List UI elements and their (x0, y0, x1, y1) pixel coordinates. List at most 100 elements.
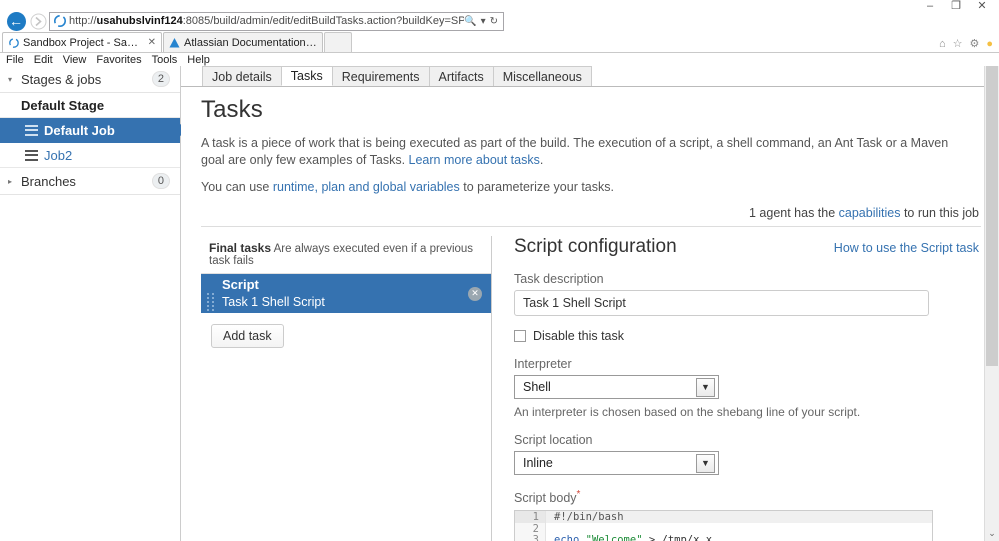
line-number: 2 (515, 523, 546, 535)
home-icon[interactable]: ⌂ (939, 38, 946, 50)
code-string: "Welcome" (585, 534, 643, 541)
favorites-star-icon[interactable]: ☆ (953, 37, 963, 50)
sidebar-item-job2[interactable]: Job2 (0, 143, 180, 168)
tab-miscellaneous-label: Miscellaneous (502, 69, 582, 84)
refresh-icon[interactable]: ↻ (490, 16, 498, 27)
menu-help[interactable]: Help (187, 54, 210, 66)
browser-navigation-bar: ← http://usahubslvinf124:8085/build/admi… (0, 10, 999, 32)
variables-text-suffix: to parameterize your tasks. (459, 180, 614, 194)
capabilities-link[interactable]: capabilities (839, 206, 901, 220)
sidebar-stage-default-stage[interactable]: Default Stage (0, 93, 180, 118)
tab-requirements[interactable]: Requirements (331, 66, 430, 86)
code-line-1: 1 #!/bin/bash (515, 511, 932, 523)
script-body-editor[interactable]: 1 #!/bin/bash 2 3 echo "Welcome" > /tmp/… (514, 510, 933, 541)
variables-text-prefix: You can use (201, 180, 273, 194)
learn-more-about-tasks-link[interactable]: Learn more about tasks (409, 153, 540, 167)
interpreter-label: Interpreter (514, 357, 572, 371)
line-number: 1 (515, 511, 546, 523)
browser-tab-0[interactable]: Sandbox Project - Sandbox ... ✕ (2, 32, 162, 52)
tasks-page-content: Tasks A task is a piece of work that is … (181, 87, 999, 541)
menu-view[interactable]: View (63, 54, 87, 66)
script-location-select[interactable]: Inline ▼ (514, 451, 719, 475)
agent-capabilities-line: 1 agent has the capabilities to run this… (201, 206, 981, 220)
browser-tab-1-label: Atlassian Documentation Sear... (184, 36, 317, 49)
disable-task-label: Disable this task (533, 329, 625, 343)
task-description-input[interactable]: Task 1 Shell Script (514, 290, 929, 316)
forward-arrow-icon (30, 13, 46, 29)
search-icon[interactable]: 🔍 (464, 16, 476, 27)
tasks-intro-paragraph: A task is a piece of work that is being … (201, 135, 973, 169)
task-description-label: Task description (514, 272, 604, 286)
interpreter-value: Shell (523, 380, 551, 394)
tab-requirements-label: Requirements (341, 69, 420, 84)
bamboo-icon (8, 37, 19, 48)
menu-file[interactable]: File (6, 54, 24, 66)
page-tab-bar: Job details Tasks Requirements Artifacts… (181, 66, 999, 87)
menu-tools[interactable]: Tools (152, 54, 178, 66)
tools-gear-icon[interactable]: ⚙ (969, 37, 979, 50)
chevron-down-icon[interactable]: ▼ (696, 453, 715, 473)
browser-tab-1[interactable]: Atlassian Documentation Sear... (163, 32, 323, 52)
tab-miscellaneous[interactable]: Miscellaneous (492, 66, 592, 86)
branches-count-badge: 0 (151, 173, 170, 189)
menu-edit[interactable]: Edit (34, 54, 53, 66)
task-subtitle: Task 1 Shell Script (222, 294, 325, 309)
scroll-down-arrow-icon[interactable]: ⌄ (985, 528, 999, 539)
drag-handle-icon[interactable] (207, 281, 215, 307)
agent-text-prefix: 1 agent has the (748, 206, 839, 220)
page-scrollbar[interactable]: ⌄ (984, 66, 999, 541)
close-tab-icon[interactable]: ✕ (148, 37, 156, 48)
smiley-icon[interactable]: ● (986, 38, 993, 50)
task-description-value: Task 1 Shell Script (523, 296, 626, 310)
config-header: Script configuration How to use the Scri… (514, 236, 979, 258)
window-titlebar: – ❐ ✕ (0, 0, 999, 11)
forward-button[interactable] (28, 11, 48, 31)
interpreter-select[interactable]: Shell ▼ (514, 375, 719, 399)
sidebar-item-job2-label: Job2 (44, 147, 73, 163)
tab-tasks-label: Tasks (290, 69, 323, 83)
tab-artifacts[interactable]: Artifacts (428, 66, 494, 86)
task-labels: Script Task 1 Shell Script (222, 276, 325, 310)
tab-job-details[interactable]: Job details (202, 66, 282, 86)
atlassian-icon (169, 37, 180, 48)
new-tab-button[interactable] (324, 32, 352, 52)
disable-task-row[interactable]: Disable this task (514, 329, 979, 343)
tasks-intro-period: . (539, 153, 544, 167)
scrollbar-thumb[interactable] (986, 66, 998, 366)
variables-paragraph: You can use runtime, plan and global var… (201, 179, 973, 196)
stages-jobs-count-badge: 2 (151, 71, 170, 87)
tab-tasks[interactable]: Tasks (280, 66, 333, 86)
final-tasks-header: Final tasks Are always executed even if … (201, 236, 491, 274)
task-row[interactable]: Script Task 1 Shell Script ✕ (201, 274, 491, 313)
delete-task-icon[interactable]: ✕ (468, 286, 482, 301)
sidebar-section-branches[interactable]: ▸ Branches 0 (0, 168, 180, 195)
task-title: Script (222, 277, 259, 293)
chevron-down-icon[interactable]: ▾ (8, 75, 21, 84)
agent-text-suffix: to run this job (900, 206, 979, 220)
script-task-help-link[interactable]: How to use the Script task (834, 241, 979, 255)
add-task-button[interactable]: Add task (211, 324, 284, 348)
chevron-down-icon[interactable]: ▼ (696, 377, 715, 397)
script-body-label: Script body* (514, 489, 979, 505)
chevron-right-icon[interactable]: ▸ (8, 177, 21, 186)
dropdown-caret-icon[interactable]: ▾ (481, 16, 486, 27)
back-button[interactable]: ← (4, 10, 28, 32)
address-bar-url: http://usahubslvinf124:8085/build/admin/… (69, 15, 465, 27)
address-bar[interactable]: http://usahubslvinf124:8085/build/admin/… (49, 11, 504, 31)
sidebar-item-default-job[interactable]: Default Job (0, 118, 187, 143)
sidebar-stages-jobs-label: Stages & jobs (21, 71, 102, 87)
task-list-panel: Final tasks Are always executed even if … (201, 236, 492, 541)
browser-toolbar-icons: ⌂ ☆ ⚙ ● (939, 37, 999, 52)
tasks-panels: Final tasks Are always executed even if … (201, 236, 981, 541)
menu-favorites[interactable]: Favorites (96, 54, 141, 66)
page-title: Tasks (201, 96, 263, 123)
disable-task-checkbox[interactable] (514, 330, 526, 342)
content-divider (201, 226, 981, 227)
code-line-3: 3 echo "Welcome" > /tmp/x.x (515, 534, 932, 541)
code-line-1-text: #!/bin/bash (554, 510, 624, 523)
page-body: ▾ Stages & jobs 2 Default Stage Default … (0, 66, 999, 541)
sidebar-section-stages-jobs[interactable]: ▾ Stages & jobs 2 (0, 66, 180, 93)
browser-tab-0-label: Sandbox Project - Sandbox ... (23, 36, 142, 49)
variables-link[interactable]: runtime, plan and global variables (273, 180, 460, 194)
line-number: 3 (515, 534, 546, 541)
